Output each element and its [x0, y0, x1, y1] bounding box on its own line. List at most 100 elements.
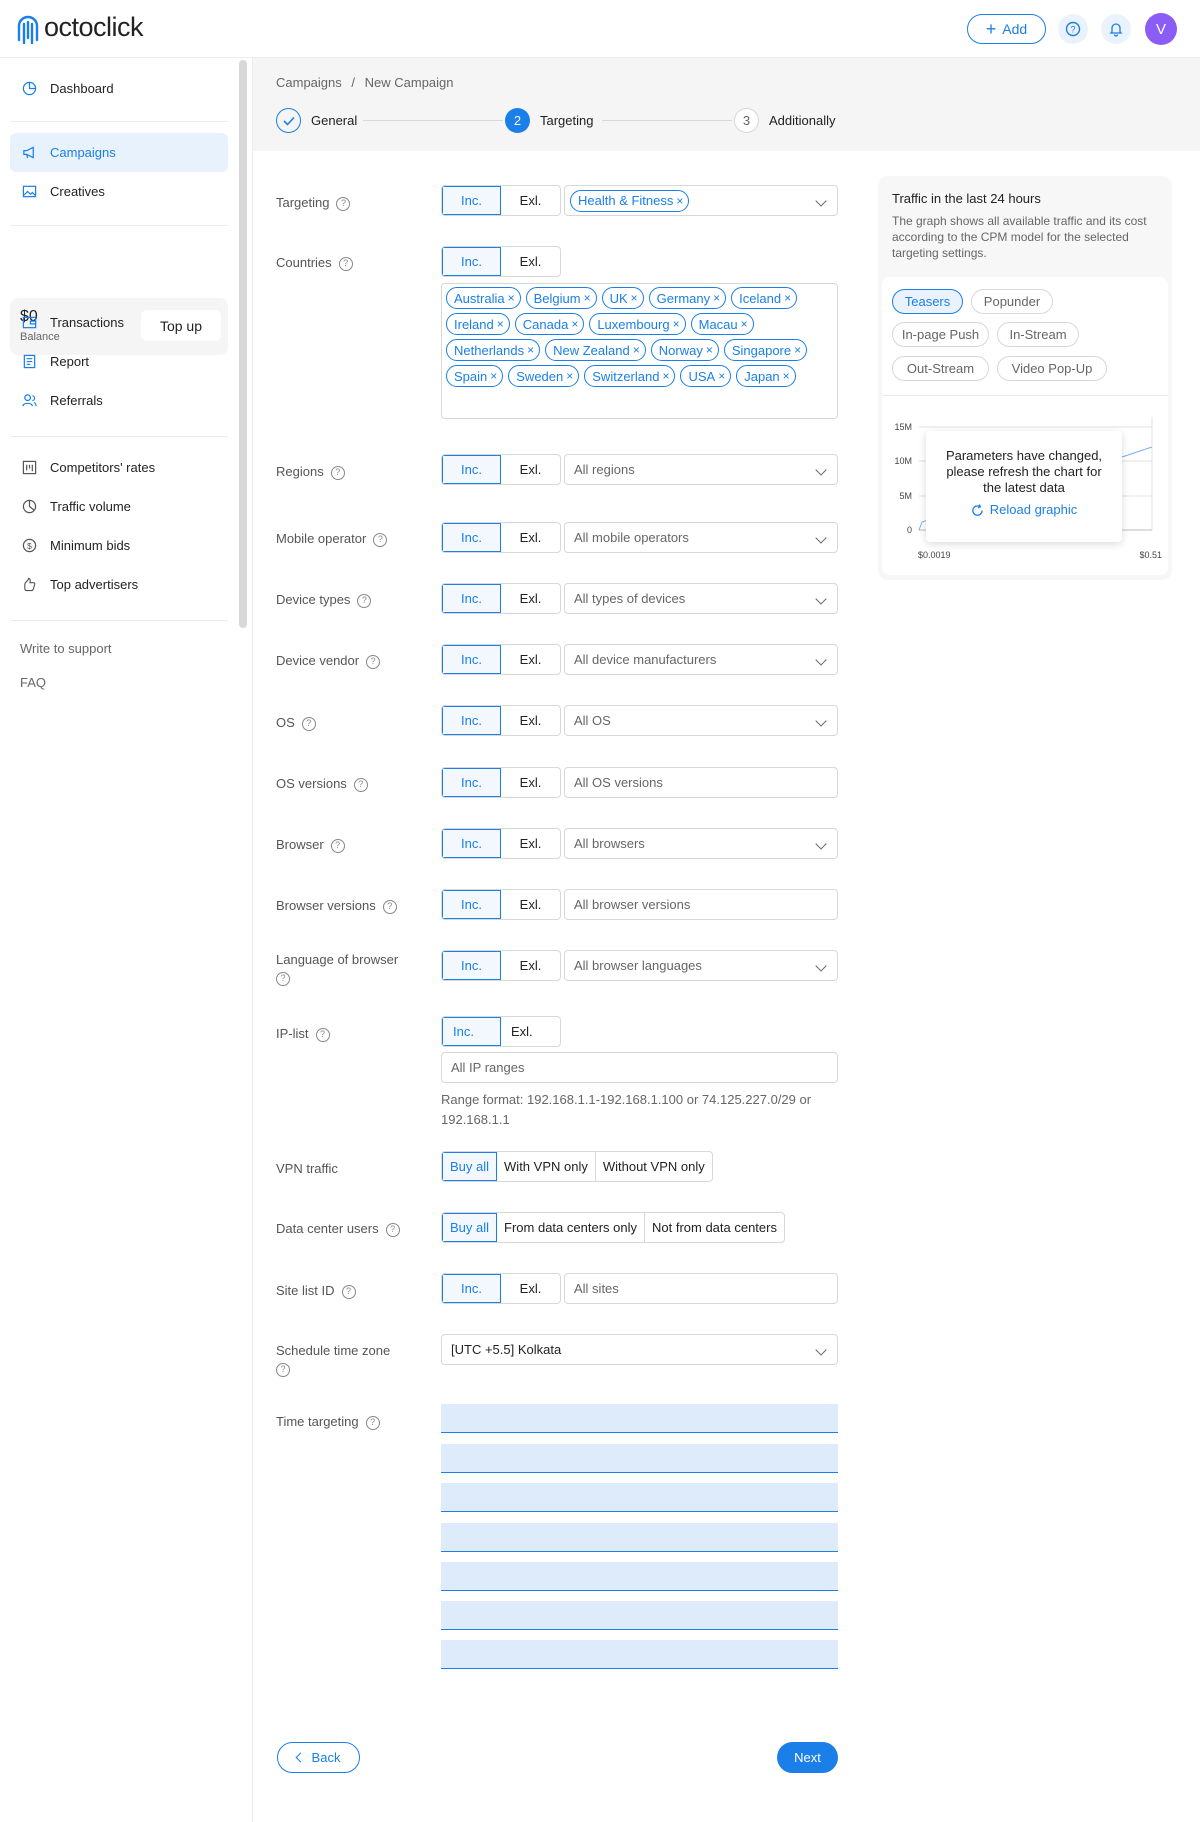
sidebar-item-dashboard[interactable]: Dashboard [10, 69, 228, 108]
inc-button[interactable]: Inc. [442, 1017, 501, 1046]
back-button[interactable]: Back [277, 1742, 360, 1773]
exl-button[interactable]: Exl. [501, 523, 560, 552]
exl-button[interactable]: Exl. [501, 455, 560, 484]
avatar[interactable]: V [1145, 13, 1177, 45]
close-icon[interactable]: × [783, 369, 790, 383]
help-icon[interactable]: ? [373, 532, 388, 547]
site-list-input[interactable]: All sites [564, 1273, 838, 1304]
inc-button[interactable]: Inc. [442, 186, 501, 215]
time-targeting-row[interactable] [441, 1562, 838, 1591]
vpn-buy-all-option[interactable]: Buy all [442, 1152, 498, 1181]
sidebar-item-transactions[interactable]: Transactions [10, 303, 228, 342]
inc-button[interactable]: Inc. [442, 829, 501, 858]
inc-button[interactable]: Inc. [442, 455, 501, 484]
mobile-operator-select[interactable]: All mobile operators [564, 522, 838, 553]
from-datacenters-option[interactable]: From data centers only [497, 1213, 645, 1242]
not-from-datacenters-option[interactable]: Not from data centers [645, 1213, 784, 1242]
close-icon[interactable]: × [497, 317, 504, 331]
datacenter-buy-all-option[interactable]: Buy all [442, 1213, 498, 1242]
logo[interactable]: octoclick [16, 10, 144, 44]
inc-button[interactable]: Inc. [442, 890, 501, 919]
help-icon[interactable]: ? [385, 1222, 400, 1237]
time-targeting-row[interactable] [441, 1404, 838, 1433]
notifications-button[interactable] [1101, 14, 1131, 44]
help-button[interactable]: ? [1058, 14, 1088, 44]
help-icon[interactable]: ? [338, 256, 353, 271]
exl-button[interactable]: Exl. [501, 890, 560, 919]
help-icon[interactable]: ? [382, 899, 397, 914]
inc-button[interactable]: Inc. [442, 1274, 501, 1303]
breadcrumb-parent[interactable]: Campaigns [276, 75, 342, 90]
os-select[interactable]: All OS [564, 705, 838, 736]
sidebar-item-creatives[interactable]: Creatives [10, 172, 228, 211]
exl-button[interactable]: Exl. [501, 829, 560, 858]
add-button[interactable]: + Add [967, 14, 1046, 44]
browser-select[interactable]: All browsers [564, 828, 838, 859]
sidebar-item-competitors-rates[interactable]: Competitors' rates [10, 448, 228, 487]
close-icon[interactable]: × [508, 291, 515, 305]
close-icon[interactable]: × [662, 369, 669, 383]
help-icon[interactable]: ? [276, 971, 290, 986]
exl-button[interactable]: Exl. [501, 951, 560, 980]
help-icon[interactable]: ? [330, 838, 345, 853]
close-icon[interactable]: × [566, 369, 573, 383]
next-button[interactable]: Next [777, 1742, 838, 1773]
sidebar-item-traffic-volume[interactable]: Traffic volume [10, 487, 228, 526]
inc-button[interactable]: Inc. [442, 951, 501, 980]
sidebar-item-referrals[interactable]: Referrals [10, 381, 228, 420]
inc-button[interactable]: Inc. [442, 247, 501, 276]
support-link[interactable]: Write to support [20, 641, 112, 656]
help-icon[interactable]: ? [357, 593, 372, 608]
close-icon[interactable]: × [633, 343, 640, 357]
close-icon[interactable]: × [527, 343, 534, 357]
browser-language-select[interactable]: All browser languages [564, 950, 838, 981]
format-teasers[interactable]: Teasers [892, 289, 963, 314]
close-icon[interactable]: × [794, 343, 801, 357]
help-icon[interactable]: ? [301, 716, 316, 731]
help-icon[interactable]: ? [315, 1027, 330, 1042]
ip-ranges-input[interactable]: All IP ranges [441, 1052, 838, 1083]
help-icon[interactable]: ? [341, 1284, 356, 1299]
format-video-popup[interactable]: Video Pop-Up [997, 356, 1107, 381]
help-icon[interactable]: ? [336, 196, 351, 211]
format-instream[interactable]: In-Stream [997, 322, 1079, 347]
exl-button[interactable]: Exl. [501, 584, 560, 613]
inc-button[interactable]: Inc. [442, 645, 501, 674]
help-icon[interactable]: ? [365, 1415, 380, 1430]
faq-link[interactable]: FAQ [20, 675, 46, 690]
close-icon[interactable]: × [706, 343, 713, 357]
close-icon[interactable]: × [741, 317, 748, 331]
time-targeting-row[interactable] [441, 1640, 838, 1669]
close-icon[interactable]: × [784, 291, 791, 305]
exl-button[interactable]: Exl. [501, 768, 560, 797]
close-icon[interactable]: × [713, 291, 720, 305]
without-vpn-option[interactable]: Without VPN only [596, 1152, 712, 1181]
countries-field[interactable]: Australia × Belgium × UK × Germany × Iceland… [441, 283, 838, 419]
exl-button[interactable]: Exl. [501, 1274, 560, 1303]
time-targeting-row[interactable] [441, 1444, 838, 1473]
device-vendor-select[interactable]: All device manufacturers [564, 644, 838, 675]
exl-button[interactable]: Exl. [501, 1017, 560, 1046]
reload-graphic-button[interactable]: Reload graphic [926, 502, 1122, 518]
help-icon[interactable]: ? [276, 1362, 290, 1377]
time-targeting-row[interactable] [441, 1483, 838, 1512]
exl-button[interactable]: Exl. [501, 706, 560, 735]
exl-button[interactable]: Exl. [501, 186, 560, 215]
sidebar-scrollbar[interactable] [239, 60, 247, 628]
exl-button[interactable]: Exl. [501, 645, 560, 674]
timezone-select[interactable]: [UTC +5.5] Kolkata [441, 1334, 838, 1365]
close-icon[interactable]: × [676, 194, 683, 208]
close-icon[interactable]: × [718, 369, 725, 383]
inc-button[interactable]: Inc. [442, 768, 501, 797]
time-targeting-row[interactable] [441, 1523, 838, 1552]
format-popunder[interactable]: Popunder [971, 289, 1053, 314]
close-icon[interactable]: × [673, 317, 680, 331]
inc-button[interactable]: Inc. [442, 523, 501, 552]
help-icon[interactable]: ? [353, 777, 368, 792]
close-icon[interactable]: × [631, 291, 638, 305]
step-general[interactable]: General [276, 108, 357, 133]
browser-versions-input[interactable]: All browser versions [564, 889, 838, 920]
time-targeting-row[interactable] [441, 1601, 838, 1630]
step-targeting[interactable]: 2 Targeting [505, 108, 593, 133]
format-outstream[interactable]: Out-Stream [892, 356, 989, 381]
